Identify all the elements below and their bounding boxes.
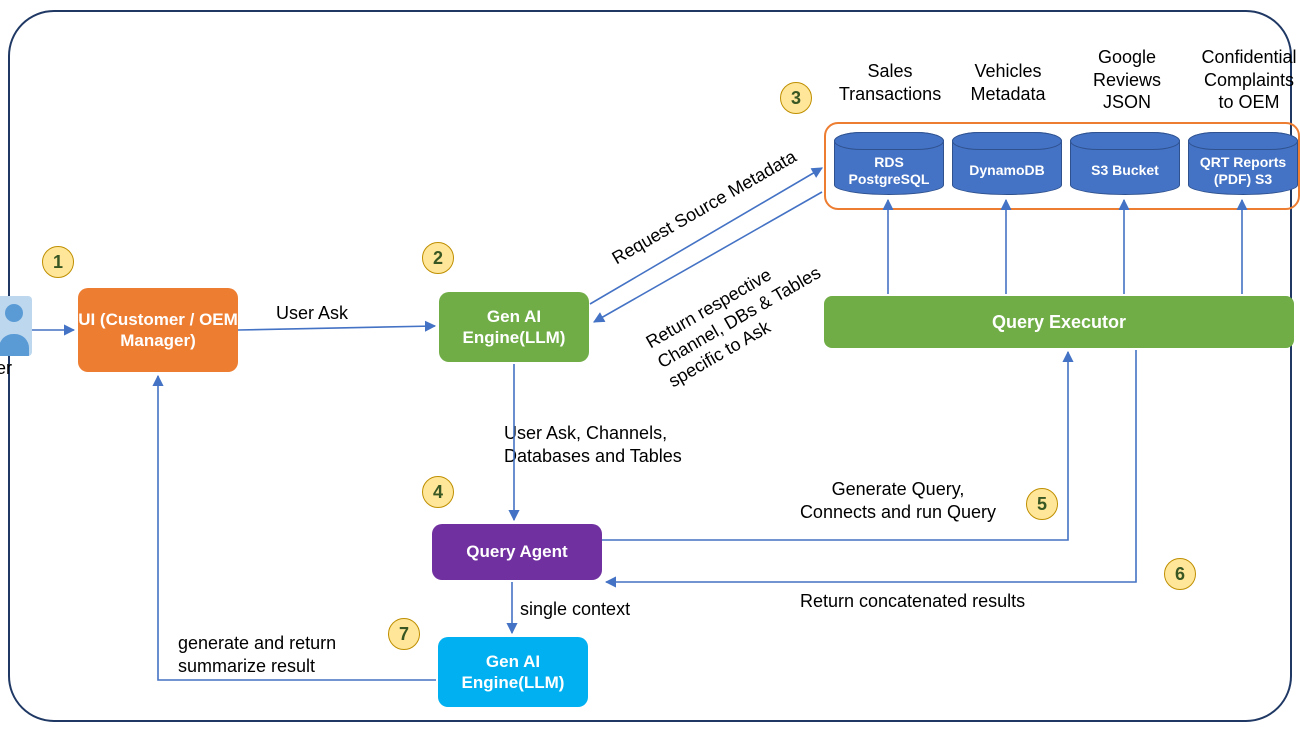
genai-engine-2: Gen AI Engine(LLM): [438, 637, 588, 707]
ds-header-sales: Sales Transactions: [830, 60, 950, 105]
step-badge-4: 4: [422, 476, 454, 508]
edge-user-ask: User Ask: [276, 302, 348, 325]
dynamodb-cyl: DynamoDB: [952, 132, 1062, 195]
edge-return-concatenated: Return concatenated results: [800, 590, 1025, 613]
query-executor-node: Query Executor: [824, 296, 1294, 348]
ui-node: UI (Customer / OEM Manager): [78, 288, 238, 372]
edge-user-ask-ch-db: User Ask, Channels, Databases and Tables: [504, 422, 682, 467]
genai-engine-1: Gen AI Engine(LLM): [439, 292, 589, 362]
step-badge-3: 3: [780, 82, 812, 114]
user-label: er: [0, 358, 12, 379]
step-badge-2: 2: [422, 242, 454, 274]
s3-bucket-cyl: S3 Bucket: [1070, 132, 1180, 195]
edge-summarize: generate and return summarize result: [178, 632, 336, 677]
ds-header-reviews: Google Reviews JSON: [1062, 46, 1192, 114]
user-icon: [0, 296, 32, 356]
qrt-reports-cyl: QRT Reports (PDF) S3: [1188, 132, 1298, 195]
ds-header-complaints: Confidential Complaints to OEM: [1184, 46, 1300, 114]
query-agent-node: Query Agent: [432, 524, 602, 580]
rds-postgresql-cyl: RDS PostgreSQL: [834, 132, 944, 195]
edge-single-context: single context: [520, 598, 630, 621]
step-badge-5: 5: [1026, 488, 1058, 520]
ds-header-vehicles: Vehicles Metadata: [948, 60, 1068, 105]
step-badge-1: 1: [42, 246, 74, 278]
step-badge-7: 7: [388, 618, 420, 650]
edge-generate-query: Generate Query, Connects and run Query: [778, 478, 1018, 523]
step-badge-6: 6: [1164, 558, 1196, 590]
